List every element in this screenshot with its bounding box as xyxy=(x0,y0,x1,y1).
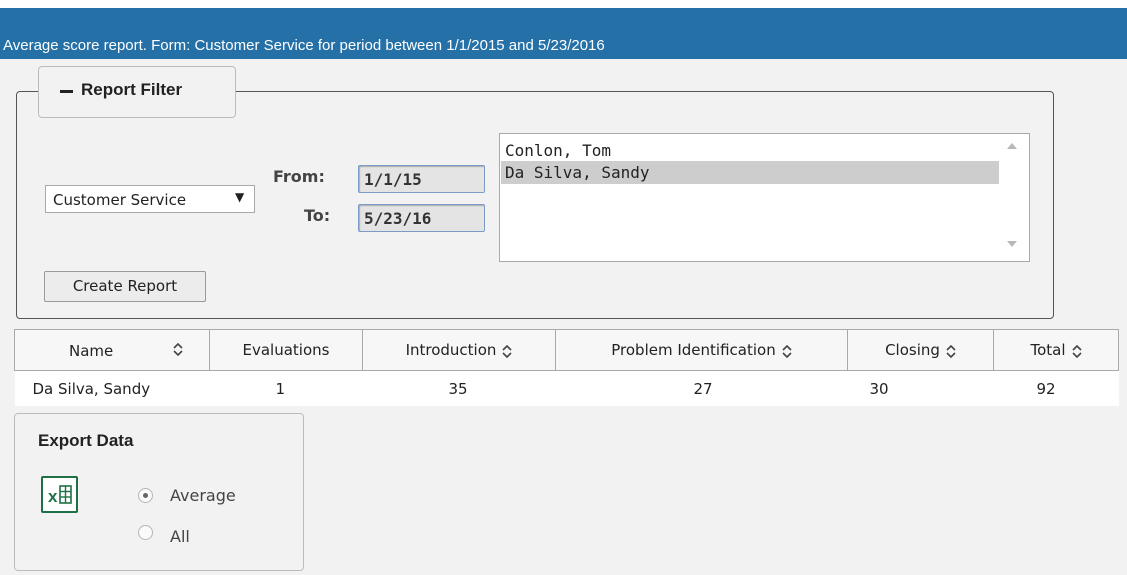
dropdown-arrow-icon: ▼ xyxy=(235,190,245,204)
report-filter-toggle[interactable]: Report Filter xyxy=(38,66,236,118)
column-label: Name xyxy=(69,342,114,360)
column-header-evaluations: Evaluations xyxy=(209,329,363,371)
person-option-conlon[interactable]: Conlon, Tom xyxy=(501,139,999,162)
column-header-name[interactable]: Name xyxy=(14,329,210,371)
column-header-total[interactable]: Total xyxy=(993,329,1119,371)
radio-all-label: All xyxy=(170,527,190,546)
person-listbox[interactable]: Conlon, Tom Da Silva, Sandy xyxy=(499,133,1030,262)
sort-icon[interactable] xyxy=(173,342,183,356)
export-data-panel: Export Data x Average All xyxy=(14,413,304,571)
person-option-da-silva[interactable]: Da Silva, Sandy xyxy=(501,161,999,184)
column-label: Introduction xyxy=(405,341,497,359)
scroll-down-icon[interactable] xyxy=(1007,241,1017,247)
from-date-value: 1/1/15 xyxy=(364,170,422,189)
table-row: Da Silva, Sandy 1 35 27 30 92 xyxy=(14,370,1119,406)
radio-all[interactable] xyxy=(138,525,153,540)
export-data-title: Export Data xyxy=(38,431,134,450)
from-date-input[interactable]: 1/1/15 xyxy=(358,165,485,193)
collapse-icon xyxy=(60,90,73,93)
top-strip xyxy=(0,0,1127,8)
sort-icon[interactable] xyxy=(782,344,792,358)
report-title-bar: Average score report. Form: Customer Ser… xyxy=(0,8,1127,59)
sort-icon[interactable] xyxy=(1071,344,1082,358)
radio-average[interactable] xyxy=(138,488,153,503)
column-label: Closing xyxy=(885,341,940,359)
radio-average-label: Average xyxy=(170,486,236,505)
to-date-input[interactable]: 5/23/16 xyxy=(358,204,485,232)
column-header-problem-identification[interactable]: Problem Identification xyxy=(555,329,848,371)
to-label: To: xyxy=(304,206,331,225)
cell-closing: 30 xyxy=(847,370,994,406)
sort-icon[interactable] xyxy=(946,344,956,358)
scroll-up-icon[interactable] xyxy=(1007,143,1017,149)
cell-total: 92 xyxy=(993,370,1119,406)
cell-problem-identification: 27 xyxy=(555,370,848,406)
cell-introduction: 35 xyxy=(362,370,556,406)
column-label: Total xyxy=(1030,341,1066,359)
cell-evaluations: 1 xyxy=(209,370,363,406)
form-select[interactable]: Customer Service ▼ xyxy=(45,185,255,213)
table-header-row: Name Evaluations Introduction Problem Id… xyxy=(14,329,1119,371)
cell-name: Da Silva, Sandy xyxy=(14,370,210,406)
sort-icon[interactable] xyxy=(502,344,512,358)
column-label: Problem Identification xyxy=(611,341,776,359)
report-filter-legend: Report Filter xyxy=(81,80,183,99)
to-date-value: 5/23/16 xyxy=(364,209,432,228)
column-label: Evaluations xyxy=(242,341,330,359)
results-table: Name Evaluations Introduction Problem Id… xyxy=(14,329,1119,406)
form-select-value: Customer Service xyxy=(53,191,187,209)
svg-text:x: x xyxy=(48,487,58,506)
create-report-button[interactable]: Create Report xyxy=(44,271,206,302)
report-title: Average score report. Form: Customer Ser… xyxy=(3,37,605,54)
column-header-introduction[interactable]: Introduction xyxy=(362,329,556,371)
column-header-closing[interactable]: Closing xyxy=(847,329,994,371)
from-label: From: xyxy=(273,167,325,186)
excel-icon[interactable]: x xyxy=(41,476,78,513)
